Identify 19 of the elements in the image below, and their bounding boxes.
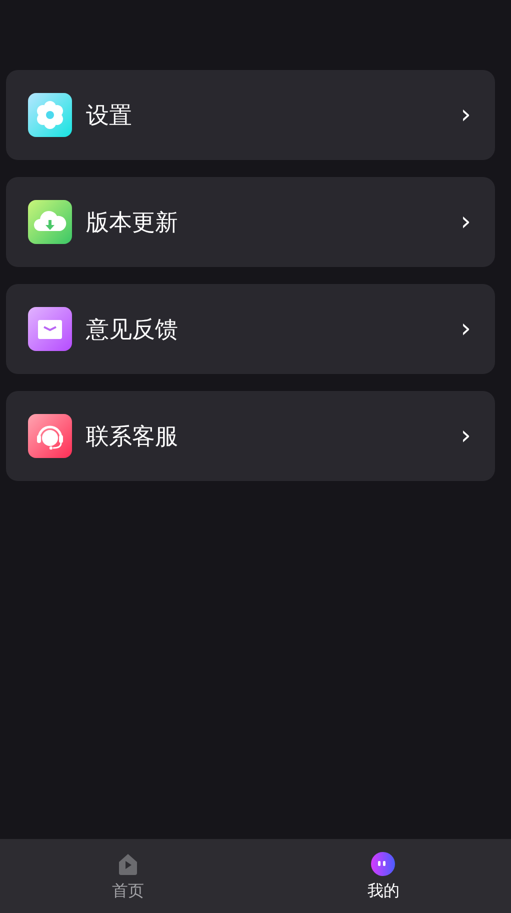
- tab[interactable]: 我的: [256, 839, 511, 913]
- avatar-icon: [370, 850, 396, 876]
- cloud-download-icon: [28, 200, 72, 244]
- menu-item-label: 联系客服: [86, 422, 179, 452]
- menu-item[interactable]: 联系客服 ›: [6, 391, 495, 481]
- envelope-icon: [28, 307, 72, 351]
- menu-item-label: 意见反馈: [86, 316, 179, 344]
- menu-item[interactable]: 设置 ›: [6, 70, 495, 160]
- menu-item[interactable]: 版本更新 ›: [6, 177, 495, 267]
- headset-icon: [28, 414, 72, 458]
- chevron-icon: ›: [460, 316, 471, 342]
- menu-item-label: 版本更新: [86, 208, 179, 238]
- menu-item-label: 设置: [86, 102, 133, 130]
- chevron-icon: ›: [460, 423, 471, 449]
- chevron-icon: ›: [460, 102, 471, 128]
- menu-item[interactable]: 意见反馈 ›: [6, 284, 495, 374]
- chevron-icon: ›: [460, 209, 471, 235]
- gear-icon: [28, 93, 72, 137]
- tab[interactable]: 首页: [0, 839, 256, 913]
